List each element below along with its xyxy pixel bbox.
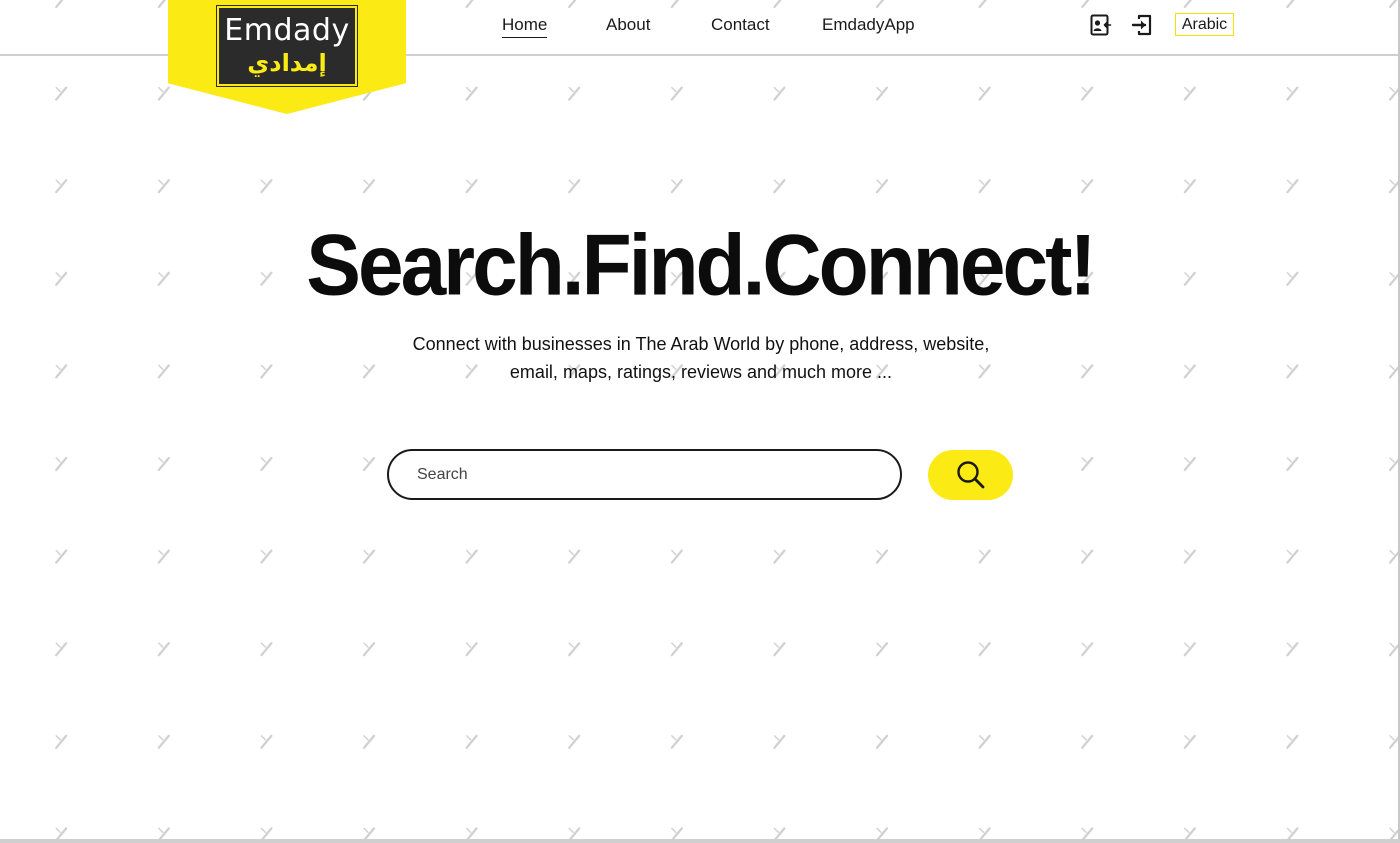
logo-text-en: Emdady	[224, 13, 350, 48]
search-icon	[956, 461, 984, 489]
nav-contact-link[interactable]: Contact	[711, 14, 770, 36]
logo-text-ar: إمدادي	[247, 49, 327, 77]
nav-emdadyapp-link[interactable]: EmdadyApp	[822, 14, 915, 36]
contact-card-icon[interactable]	[1089, 13, 1113, 37]
nav-home-link[interactable]: Home	[502, 14, 548, 38]
nav-about-link[interactable]: About	[606, 14, 650, 36]
search-input[interactable]	[387, 449, 902, 500]
language-toggle-button[interactable]: Arabic	[1175, 13, 1234, 36]
page-border-bottom	[0, 839, 1400, 843]
hero-subtitle: Connect with businesses in The Arab Worl…	[400, 330, 1002, 386]
hero-subtitle-line1: Connect with businesses in The Arab Worl…	[412, 334, 990, 354]
hero-title: Search.Find.Connect!	[306, 217, 1096, 314]
hero-subtitle-line2: email, maps, ratings, reviews and much m…	[509, 362, 893, 382]
background-pattern	[0, 0, 1400, 843]
logo: Emdady إمدادي	[216, 5, 358, 87]
search-button[interactable]	[928, 450, 1013, 500]
sign-in-icon[interactable]	[1131, 13, 1155, 37]
